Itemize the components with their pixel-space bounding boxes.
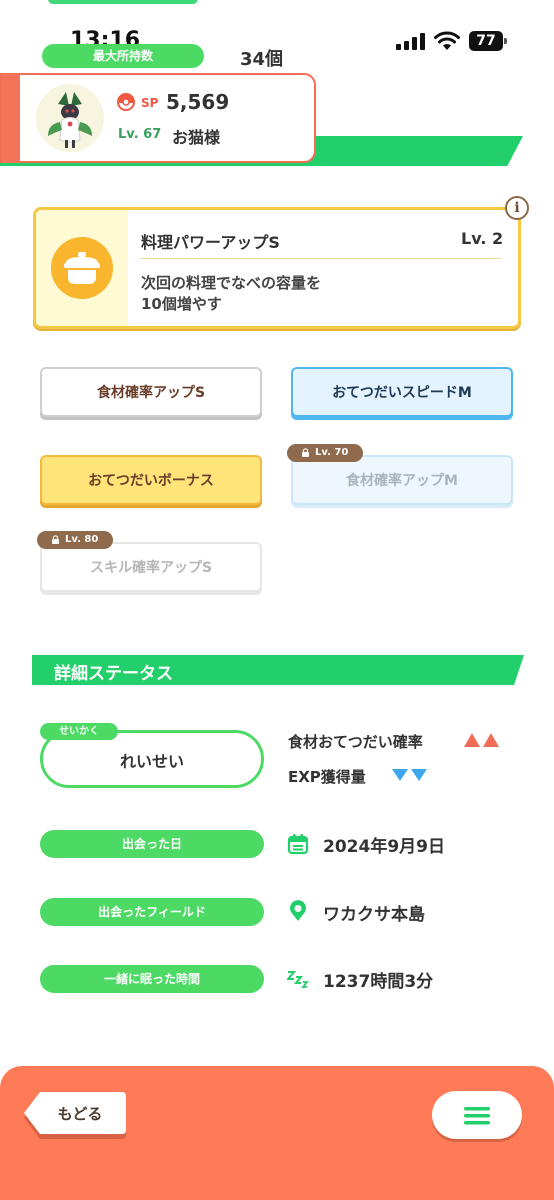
- sleep-points-icon: [117, 93, 135, 111]
- nature-down-stat: EXP獲得量: [288, 768, 366, 786]
- pokemon-avatar: [36, 84, 104, 152]
- header-stripe: [32, 655, 36, 685]
- met-field-label: 出会ったフィールド: [40, 898, 264, 926]
- sub-skill-button-locked[interactable]: 食材確率アップM: [291, 455, 513, 505]
- sleep-time-value: 1237時間3分: [323, 972, 434, 992]
- cooking-pot-icon: [51, 237, 113, 299]
- lock-level-label: Lv. 80: [65, 534, 99, 545]
- calendar-icon: [287, 834, 309, 855]
- nature-tag: せいかく: [40, 723, 118, 740]
- main-skill-name: 料理パワーアップS: [141, 233, 280, 252]
- top-scroll-remnant: [48, 0, 198, 4]
- main-skill-divider: [140, 258, 502, 259]
- met-field-value: ワカクサ本島: [323, 905, 425, 925]
- lock-icon: [52, 535, 59, 544]
- lock-badge: Lv. 70: [287, 444, 363, 462]
- sp-value: 5,569: [166, 90, 230, 114]
- detail-status-title: 詳細ステータス: [54, 664, 173, 684]
- battery-level: 77: [469, 31, 503, 51]
- back-label: もどる: [57, 1105, 103, 1123]
- hamburger-icon: [464, 1107, 490, 1125]
- sub-skill-button[interactable]: おてつだいスピードM: [291, 367, 513, 417]
- double-up-arrow-icon: [464, 733, 499, 747]
- sub-skill-button[interactable]: おてつだいボーナス: [40, 455, 262, 505]
- max-hold-value: 34個: [240, 49, 284, 70]
- pokemon-level: Lv. 67: [118, 127, 162, 142]
- double-down-arrow-icon: [392, 769, 427, 781]
- main-skill-level: Lv. 2: [461, 229, 504, 248]
- nature-up-stat: 食材おてつだい確率: [288, 733, 423, 751]
- lock-level-label: Lv. 70: [315, 447, 349, 458]
- sleep-zzz-icon: [287, 971, 309, 988]
- met-date-value: 2024年9月9日: [323, 837, 445, 857]
- sp-label: SP: [141, 96, 159, 110]
- lock-icon: [302, 448, 309, 457]
- max-hold-label: 最大所持数: [42, 44, 204, 68]
- sub-skill-button-locked[interactable]: スキル確率アップS: [40, 542, 262, 592]
- lock-badge: Lv. 80: [37, 531, 113, 549]
- pokemon-name: お猫様: [172, 128, 221, 147]
- met-date-label: 出会った日: [40, 830, 264, 858]
- sleep-time-label: 一緒に眠った時間: [40, 965, 264, 993]
- nature-value: れいせい: [119, 752, 184, 771]
- main-skill-description-line2: 10個増やす: [141, 295, 222, 313]
- location-pin-icon: [290, 900, 306, 921]
- main-skill-description-line1: 次回の料理でなべの容量を: [141, 274, 322, 292]
- sub-skill-button[interactable]: 食材確率アップS: [40, 367, 262, 417]
- cellular-signal-icon: [396, 33, 425, 50]
- info-icon[interactable]: i: [505, 196, 529, 220]
- wifi-icon: [434, 31, 460, 50]
- battery-icon: 77: [469, 31, 507, 51]
